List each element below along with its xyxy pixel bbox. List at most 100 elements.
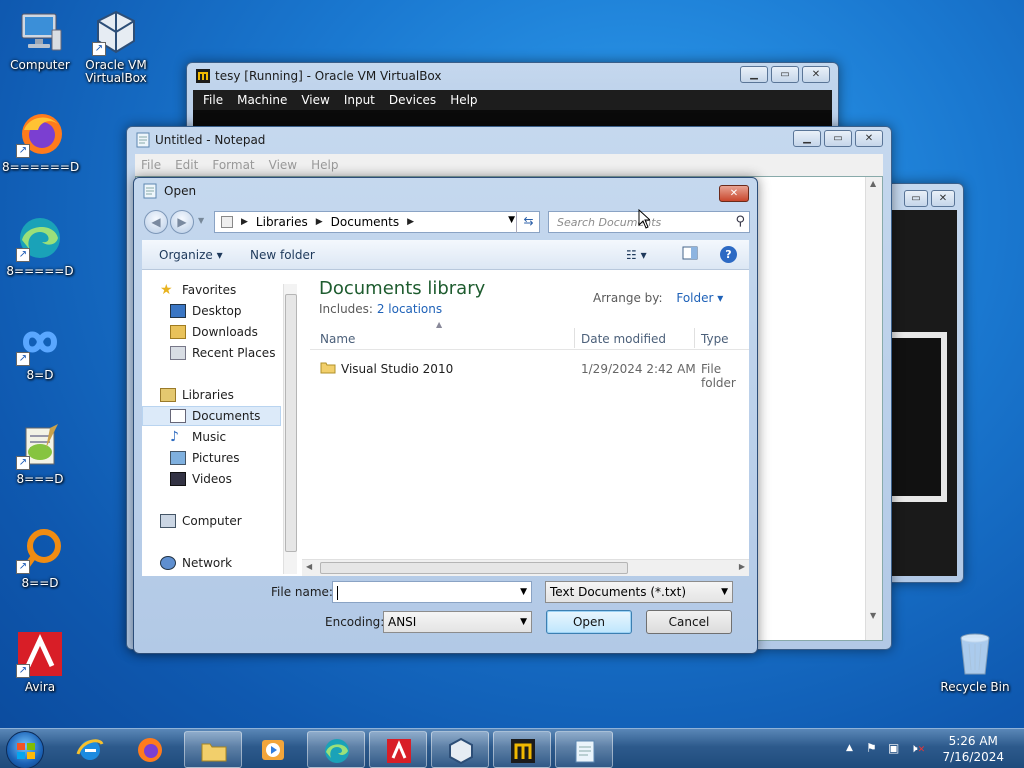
nav-desktop[interactable]: Desktop: [170, 301, 242, 321]
menu-view[interactable]: View: [301, 93, 329, 107]
menu-file[interactable]: File: [203, 93, 223, 107]
breadcrumb-libraries[interactable]: Libraries: [256, 215, 308, 229]
show-hidden-icons-icon[interactable]: ▲: [846, 743, 853, 753]
menu-file[interactable]: File: [141, 158, 161, 172]
column-name[interactable]: Name: [320, 332, 355, 346]
horizontal-scrollbar[interactable]: ◀ ▶: [302, 559, 749, 576]
desktop-icon-vs[interactable]: ↗ 8=D: [2, 318, 78, 382]
minimize-button[interactable]: ▁: [740, 66, 768, 83]
address-dropdown-icon[interactable]: ▼: [508, 215, 515, 225]
column-date-modified[interactable]: Date modified: [581, 332, 666, 346]
network-icon[interactable]: ▣: [888, 741, 899, 755]
background-window[interactable]: ▭ ✕: [884, 183, 964, 583]
new-folder-button[interactable]: New folder: [250, 248, 315, 262]
nav-computer[interactable]: Computer: [160, 511, 242, 531]
maximize-button[interactable]: ▭: [904, 190, 928, 207]
file-name-dropdown-icon[interactable]: ▼: [520, 582, 527, 602]
close-button[interactable]: ✕: [802, 66, 830, 83]
maximize-button[interactable]: ▭: [771, 66, 799, 83]
close-button[interactable]: ✕: [931, 190, 955, 207]
desktop-icon-edge[interactable]: ↗ 8=====D: [2, 214, 78, 278]
vertical-scrollbar[interactable]: ▲ ▼: [865, 177, 882, 640]
scrollbar-thumb[interactable]: [320, 562, 628, 574]
open-button[interactable]: Open: [546, 610, 632, 634]
close-button[interactable]: ✕: [719, 185, 749, 202]
menu-format[interactable]: Format: [212, 158, 254, 172]
taskbar-edge[interactable]: [307, 731, 365, 768]
window-titlebar[interactable]: tesy [Running] - Oracle VM VirtualBox ▁ …: [187, 63, 838, 89]
scroll-down-icon[interactable]: ▼: [870, 611, 876, 620]
dialog-titlebar[interactable]: Open ✕: [134, 178, 757, 204]
taskbar-notepad[interactable]: [555, 731, 613, 768]
close-button[interactable]: ✕: [855, 130, 883, 147]
file-row[interactable]: Visual Studio 2010 1/29/2024 2:42 AM Fil…: [310, 358, 749, 390]
nav-downloads[interactable]: Downloads: [170, 322, 258, 342]
recent-pages-chevron-icon[interactable]: ▼: [198, 216, 204, 225]
menu-view[interactable]: View: [269, 158, 297, 172]
address-bar[interactable]: ▶ Libraries ▶ Documents ▶ ▼: [214, 211, 540, 233]
maximize-button[interactable]: ▭: [824, 130, 852, 147]
scroll-up-icon[interactable]: ▲: [870, 179, 876, 188]
help-icon[interactable]: ?: [720, 246, 737, 263]
desktop-icon-notepadpp[interactable]: ↗ 8===D: [2, 422, 78, 486]
nav-documents[interactable]: Documents: [142, 406, 281, 426]
menu-help[interactable]: Help: [311, 158, 338, 172]
file-name-input[interactable]: ▼: [332, 581, 532, 603]
desktop-icon-avira[interactable]: ↗ Avira: [2, 630, 78, 694]
cancel-button[interactable]: Cancel: [646, 610, 732, 634]
nav-libraries[interactable]: Libraries: [160, 385, 234, 405]
start-button[interactable]: [6, 731, 44, 768]
clock-time: 5:26 AM: [948, 734, 998, 748]
menu-help[interactable]: Help: [450, 93, 477, 107]
clock[interactable]: 5:26 AM 7/16/2024: [942, 733, 1004, 765]
desktop-icon-computer[interactable]: Computer: [2, 8, 78, 72]
file-type-select[interactable]: Text Documents (*.txt) ▼: [545, 581, 733, 603]
shortcut-arrow-icon: ↗: [16, 248, 30, 262]
taskbar-firefox[interactable]: [121, 731, 179, 768]
volume-muted-icon[interactable]: 🕨✕: [910, 741, 925, 756]
scroll-right-icon[interactable]: ▶: [739, 562, 745, 571]
menu-input[interactable]: Input: [344, 93, 375, 107]
scroll-left-icon[interactable]: ◀: [306, 562, 312, 571]
column-type[interactable]: Type: [701, 332, 729, 346]
menu-devices[interactable]: Devices: [389, 93, 436, 107]
desktop-icon-virtualbox[interactable]: ↗ Oracle VM VirtualBox: [78, 8, 154, 85]
encoding-select[interactable]: ANSI ▼: [383, 611, 532, 633]
taskbar-avira[interactable]: [369, 731, 427, 768]
nav-pictures[interactable]: Pictures: [170, 448, 240, 468]
change-view-button[interactable]: ☷ ▾: [626, 248, 647, 262]
taskbar-virtualbox[interactable]: [431, 731, 489, 768]
search-icon[interactable]: ⚲: [735, 214, 745, 229]
minimize-button[interactable]: ▁: [793, 130, 821, 147]
desktop-icon-label: 8======D: [2, 160, 80, 174]
desktop-icon-firefox[interactable]: ↗ 8======D: [2, 110, 80, 174]
nav-recent-places[interactable]: Recent Places: [170, 343, 275, 363]
nav-network[interactable]: Network: [160, 553, 232, 573]
preview-pane-icon[interactable]: [682, 246, 698, 263]
nav-videos[interactable]: Videos: [170, 469, 232, 489]
taskbar-vm-running[interactable]: [493, 731, 551, 768]
nav-music[interactable]: ♪ Music: [170, 427, 226, 447]
breadcrumb-documents[interactable]: Documents: [331, 215, 399, 229]
desktop-icon-search[interactable]: ↗ 8==D: [2, 526, 78, 590]
desktop-icon-recycle-bin[interactable]: Recycle Bin: [937, 630, 1013, 694]
taskbar-explorer[interactable]: [184, 731, 242, 768]
nav-favorites[interactable]: ★ Favorites: [160, 280, 236, 300]
refresh-button[interactable]: ⇆: [516, 211, 540, 233]
locations-link[interactable]: 2 locations: [377, 302, 442, 316]
forward-button[interactable]: ▶: [170, 210, 194, 234]
window-titlebar[interactable]: Untitled - Notepad ▁ ▭ ✕: [127, 127, 891, 153]
taskbar-media-player[interactable]: [244, 731, 302, 768]
open-dialog[interactable]: Open ✕ ◀ ▶ ▼ ▶ Libraries ▶ Documents ▶ ▼…: [133, 177, 758, 654]
recycle-bin-icon: [951, 630, 999, 678]
menu-machine[interactable]: Machine: [237, 93, 287, 107]
navigation-scrollbar[interactable]: [283, 284, 297, 574]
arrange-by-dropdown[interactable]: Folder ▾: [676, 291, 723, 305]
scrollbar-thumb[interactable]: [285, 294, 297, 552]
shortcut-arrow-icon: ↗: [16, 456, 30, 470]
action-center-flag-icon[interactable]: ⚑: [866, 741, 877, 755]
taskbar-ie[interactable]: [61, 731, 119, 768]
back-button[interactable]: ◀: [144, 210, 168, 234]
organize-button[interactable]: Organize ▾: [159, 248, 223, 262]
menu-edit[interactable]: Edit: [175, 158, 198, 172]
